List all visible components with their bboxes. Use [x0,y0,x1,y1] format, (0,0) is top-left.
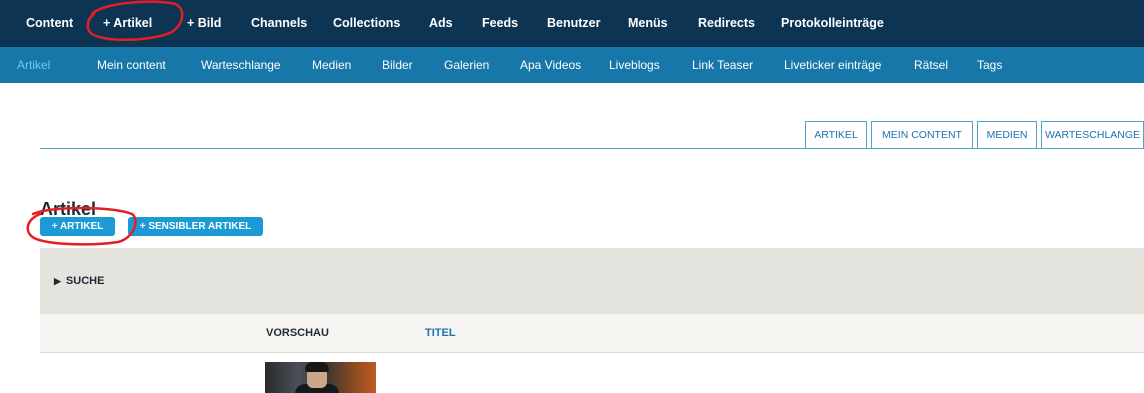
top-navigation-bar: Content + Artikel + Bild Channels Collec… [0,0,1144,47]
top-nav-ads[interactable]: Ads [429,0,453,47]
tab-medien[interactable]: MEDIEN [977,121,1037,148]
search-panel: ▶ SUCHE [40,248,1144,314]
search-label: SUCHE [65,275,105,287]
tab-mein-content[interactable]: MEIN CONTENT [871,121,973,148]
tabs-divider [40,148,1144,149]
sub-nav-tags[interactable]: Tags [977,47,1002,83]
preview-thumbnail[interactable] [265,362,376,393]
table-header: VORSCHAU TITEL [40,314,1144,353]
sub-nav-link-teaser[interactable]: Link Teaser [692,47,753,83]
top-nav-collections[interactable]: Collections [333,0,400,47]
sub-nav-raetsel[interactable]: Rätsel [914,47,948,83]
sub-nav-galerien[interactable]: Galerien [444,47,489,83]
column-header-vorschau: VORSCHAU [266,327,329,339]
sub-nav-warteschlange[interactable]: Warteschlange [201,47,281,83]
search-toggle[interactable]: ▶ SUCHE [54,275,104,287]
top-nav-protokolleintraege[interactable]: Protokolleinträge [781,0,884,47]
table-row [40,353,1144,393]
sub-nav-medien[interactable]: Medien [312,47,351,83]
sub-nav-liveblogs[interactable]: Liveblogs [609,47,660,83]
sub-nav-apa-videos[interactable]: Apa Videos [520,47,581,83]
triangle-right-icon: ▶ [54,276,61,286]
tab-warteschlange[interactable]: WARTESCHLANGE [1041,121,1144,148]
sub-nav-bilder[interactable]: Bilder [382,47,413,83]
top-nav-channels[interactable]: Channels [251,0,307,47]
tab-artikel[interactable]: ARTIKEL [805,121,867,148]
top-nav-benutzer[interactable]: Benutzer [547,0,600,47]
secondary-navigation-bar: Artikel Mein content Warteschlange Medie… [0,47,1144,83]
add-sensitive-article-button[interactable]: + SENSIBLER ARTIKEL [128,217,263,236]
add-article-button[interactable]: + ARTIKEL [40,217,115,236]
sub-nav-artikel[interactable]: Artikel [17,47,50,83]
top-nav-redirects[interactable]: Redirects [698,0,755,47]
top-nav-content[interactable]: Content [26,0,73,47]
sub-nav-liveticker-eintraege[interactable]: Liveticker einträge [784,47,881,83]
top-nav-add-bild[interactable]: + Bild [187,0,221,47]
sub-nav-mein-content[interactable]: Mein content [97,47,166,83]
top-nav-add-artikel[interactable]: + Artikel [103,0,152,47]
column-header-titel[interactable]: TITEL [425,327,456,339]
top-nav-feeds[interactable]: Feeds [482,0,518,47]
top-nav-menus[interactable]: Menüs [628,0,668,47]
thumbnail-person-hair [305,362,329,372]
